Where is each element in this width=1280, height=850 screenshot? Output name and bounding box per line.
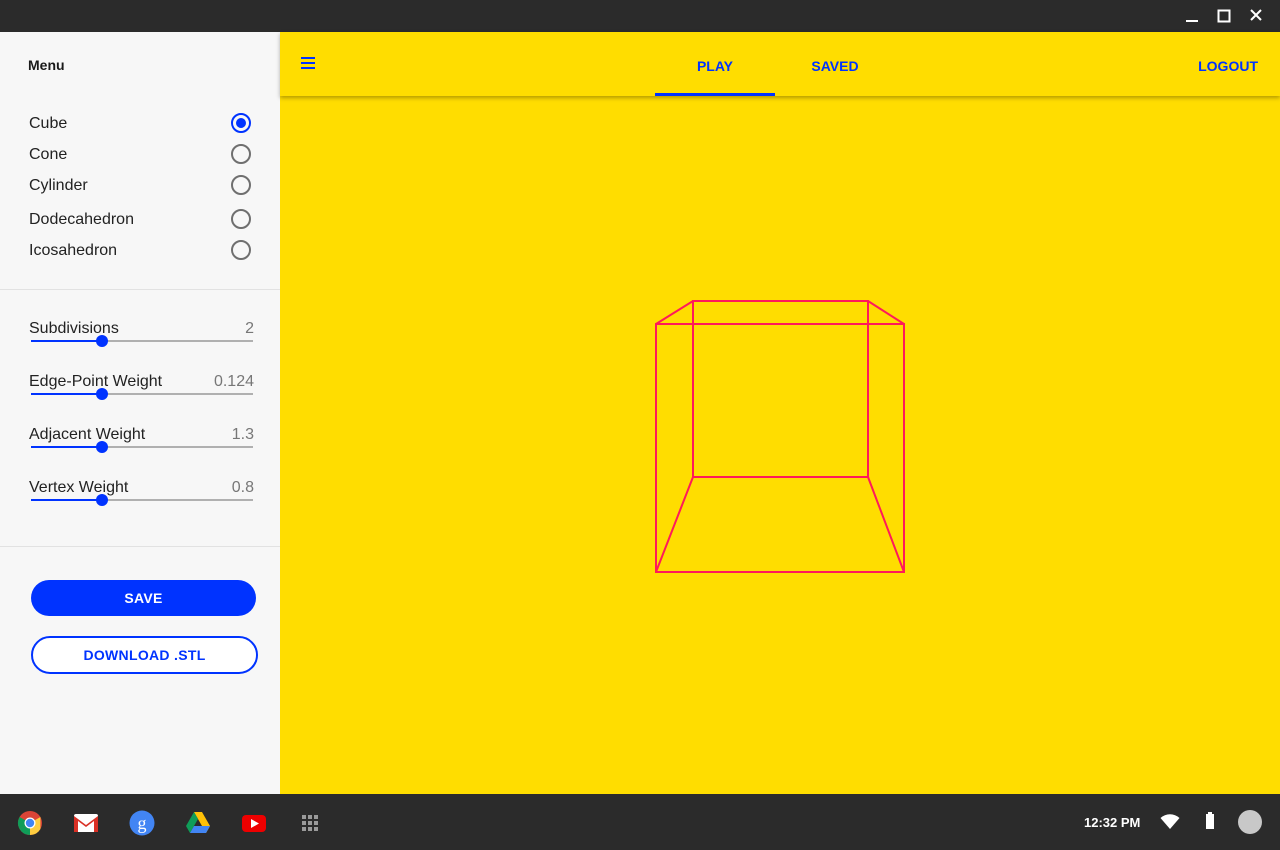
slider-value: 0.124 — [213, 373, 254, 390]
shape-label: Icosahedron — [29, 242, 118, 259]
slider-track[interactable] — [31, 441, 253, 453]
cube-wireframe — [655, 300, 905, 573]
shape-label: Cylinder — [29, 177, 88, 194]
slider-label: Vertex Weight — [29, 479, 129, 496]
slider-thumb[interactable] — [96, 494, 109, 506]
system-clock[interactable]: 12:32 PM — [1084, 815, 1140, 830]
shape-label: Dodecahedron — [29, 211, 134, 228]
shape-label: Cone — [29, 146, 68, 163]
battery-icon[interactable] — [1204, 811, 1216, 831]
gmail-icon[interactable] — [73, 810, 99, 836]
wifi-icon[interactable] — [1160, 813, 1180, 831]
chrome-icon[interactable] — [17, 810, 43, 836]
os-shelf: g 12:32 PM — [0, 794, 1280, 850]
cube-edge — [655, 476, 694, 573]
radio-button-selected[interactable] — [231, 113, 251, 133]
shape-option-icosahedron[interactable]: Icosahedron — [29, 239, 251, 263]
shape-label: Cube — [29, 115, 68, 132]
menu-title: Menu — [28, 57, 65, 73]
maximize-icon[interactable] — [1213, 6, 1235, 26]
tab-play[interactable]: PLAY — [655, 32, 775, 96]
slider-fill — [31, 446, 103, 448]
slider-vertex-weight: Vertex Weight 0.8 — [29, 479, 254, 519]
radio-button[interactable] — [231, 240, 251, 260]
save-button[interactable]: SAVE — [31, 580, 256, 616]
shape-option-dodecahedron[interactable]: Dodecahedron — [29, 208, 251, 232]
minimize-icon[interactable] — [1181, 6, 1203, 26]
cube-back-face — [692, 300, 869, 478]
youtube-icon[interactable] — [241, 810, 267, 836]
divider — [0, 546, 282, 547]
divider — [0, 289, 282, 290]
slider-value: 2 — [245, 320, 254, 337]
slider-track[interactable] — [31, 388, 253, 400]
slider-thumb[interactable] — [96, 388, 109, 400]
launcher-icon[interactable] — [297, 810, 323, 836]
cube-edge — [655, 300, 694, 325]
radio-button[interactable] — [231, 175, 251, 195]
cube-edge — [867, 300, 905, 325]
slider-fill — [31, 340, 103, 342]
slider-value: 1.3 — [231, 426, 254, 443]
google-search-icon[interactable]: g — [129, 810, 155, 836]
slider-edge-point-weight: Edge-Point Weight 0.124 — [29, 373, 254, 413]
shape-option-cone[interactable]: Cone — [29, 143, 251, 167]
shape-option-cylinder[interactable]: Cylinder — [29, 174, 251, 198]
close-icon[interactable] — [1245, 6, 1267, 26]
slider-thumb[interactable] — [96, 441, 109, 453]
app-bar: PLAY SAVED LOGOUT — [280, 32, 1280, 96]
drive-icon[interactable] — [185, 810, 211, 836]
slider-fill — [31, 393, 103, 395]
logout-button[interactable]: LOGOUT — [1198, 58, 1258, 74]
slider-label: Edge-Point Weight — [29, 373, 163, 390]
tab-saved[interactable]: SAVED — [775, 32, 895, 96]
menu-icon[interactable] — [301, 57, 315, 69]
avatar[interactable] — [1238, 810, 1262, 834]
slider-adjacent-weight: Adjacent Weight 1.3 — [29, 426, 254, 466]
main-content: PLAY SAVED LOGOUT — [280, 32, 1280, 794]
sidebar-menu: Menu Cube Cone Cylinder Dodecahedron Ico… — [0, 32, 282, 794]
slider-thumb[interactable] — [96, 335, 109, 347]
slider-value: 0.8 — [231, 479, 254, 496]
cube-edge — [867, 476, 905, 573]
slider-track[interactable] — [31, 335, 253, 347]
window-title-bar — [0, 0, 1280, 32]
shape-option-cube[interactable]: Cube — [29, 112, 251, 136]
radio-button[interactable] — [231, 209, 251, 229]
svg-text:g: g — [138, 813, 147, 833]
slider-subdivisions: Subdivisions 2 — [29, 320, 254, 360]
3d-viewport[interactable] — [280, 96, 1280, 794]
slider-label: Adjacent Weight — [29, 426, 146, 443]
download-stl-button[interactable]: DOWNLOAD .STL — [31, 636, 258, 674]
slider-track[interactable] — [31, 494, 253, 506]
radio-button[interactable] — [231, 144, 251, 164]
slider-fill — [31, 499, 103, 501]
